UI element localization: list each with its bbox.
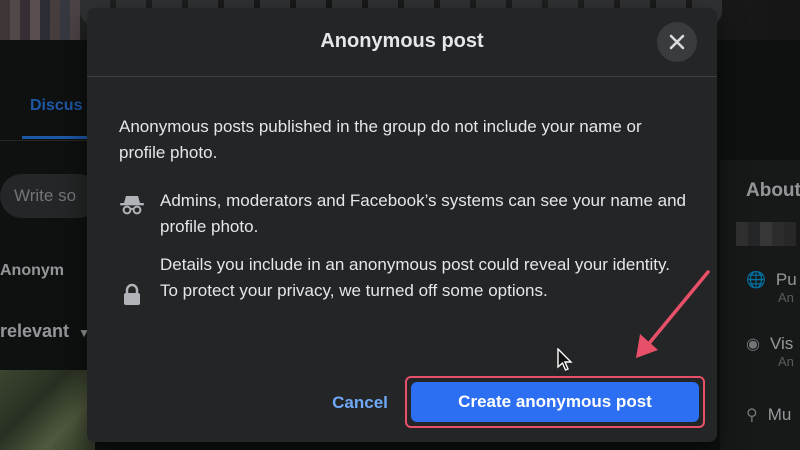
info-item-text: Details you include in an anonymous post…	[160, 255, 670, 300]
create-anonymous-post-button[interactable]: Create anonymous post	[411, 382, 699, 422]
page: Discus Write so Anonym relevant ▼ About …	[0, 0, 800, 450]
close-button[interactable]	[657, 22, 697, 62]
dialog-title: Anonymous post	[320, 30, 484, 52]
close-icon	[669, 34, 685, 50]
annotation-arrow-icon	[636, 270, 710, 358]
info-item-text: Admins, moderators and Facebook’s system…	[160, 191, 687, 236]
mouse-cursor-icon	[557, 348, 573, 371]
anonymous-post-dialog: Anonymous post Anonymous posts published…	[87, 8, 717, 442]
lock-icon	[119, 282, 145, 308]
cancel-button[interactable]: Cancel	[325, 390, 395, 416]
dialog-intro: Anonymous posts published in the group d…	[119, 117, 642, 162]
dialog-header: Anonymous post	[87, 8, 717, 77]
incognito-icon	[119, 192, 145, 218]
